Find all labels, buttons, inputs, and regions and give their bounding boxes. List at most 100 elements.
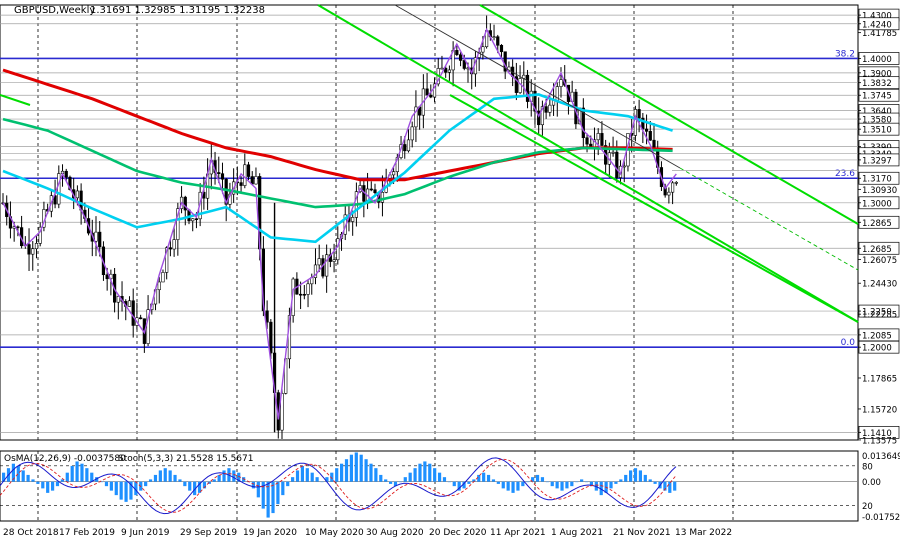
candle-body [403, 144, 407, 152]
osma-bar [437, 472, 442, 482]
candle-body [455, 50, 459, 55]
osma-bar [526, 481, 530, 483]
osma-bar [55, 481, 60, 487]
candle-body [496, 36, 500, 46]
candle-body [544, 106, 548, 113]
osma-bar [423, 461, 427, 482]
osma-bar [555, 481, 559, 489]
osma-bar [560, 481, 564, 491]
osma-bar [364, 459, 368, 482]
candle-body [637, 109, 641, 119]
candle-body [254, 176, 258, 185]
osma-bar [349, 454, 353, 482]
date-axis-label: 28 Oct 2018 [3, 528, 59, 538]
date-axis-label: 13 Mar 2022 [675, 528, 732, 538]
candle-body [499, 44, 504, 53]
candle-body [429, 94, 433, 98]
osma-bar [673, 481, 677, 491]
candle-body [325, 254, 329, 277]
candle-body [243, 164, 247, 186]
price-axis-label: 1.2865 [862, 219, 892, 229]
candle-body [127, 300, 132, 307]
candle-body [168, 247, 173, 250]
osma-bar [570, 481, 574, 487]
osma-bar [433, 468, 437, 482]
osma-axis-label: 0.00 [862, 478, 881, 488]
osma-bar [114, 481, 118, 496]
stoch-level-label: 80 [862, 462, 873, 472]
osma-bar [550, 481, 554, 487]
osma-bar [80, 463, 84, 482]
price-axis-label: 1.2685 [862, 245, 892, 255]
date-axis-label: 20 Dec 2020 [429, 528, 487, 538]
price-axis-label: 1.13575 [862, 436, 897, 446]
candle-body [670, 182, 675, 193]
osma-bar [305, 468, 309, 482]
osma-bar [516, 481, 520, 491]
osma-bar [144, 481, 148, 487]
osma-bar [565, 481, 569, 489]
osma-bar [163, 468, 167, 482]
candle-body [596, 133, 600, 141]
osma-bar [535, 474, 540, 482]
osma-bar [109, 481, 113, 491]
date-axis-label: 11 Apr 2021 [490, 528, 546, 538]
osma-bar [26, 474, 30, 482]
price-axis-label: 1.3170 [862, 175, 892, 185]
candle-body [548, 104, 552, 113]
price-axis-label: 1.22285 [862, 311, 897, 321]
osma-bar [291, 477, 295, 482]
candle-body [27, 244, 31, 255]
osma-bar [168, 470, 172, 482]
osma-bar [286, 481, 290, 487]
price-axis-label: 1.3000 [862, 199, 892, 209]
osma-bar [65, 472, 69, 482]
candle-body [31, 248, 35, 255]
candle-body [391, 171, 396, 176]
osma-bar [295, 470, 300, 482]
osma-bar [36, 481, 40, 484]
osma-bar [16, 465, 20, 482]
main-price-pane: 38.223.60.0 [0, 4, 859, 441]
candle-body [239, 182, 243, 186]
chart-svg: 38.223.60.0 1.43001.42401.417851.40001.3… [0, 4, 900, 538]
candle-body [458, 54, 463, 61]
osma-bar [251, 481, 256, 489]
osma-bar [379, 474, 383, 482]
osma-bar [276, 481, 280, 505]
candle-body [440, 67, 444, 70]
osma-bar [212, 479, 216, 482]
candle-body [410, 126, 414, 141]
stoch-level-label: 20 [862, 502, 873, 512]
osma-bar [629, 470, 633, 482]
candle-body [481, 46, 485, 53]
osma-bar [442, 477, 447, 482]
osma-bar [173, 474, 177, 482]
candle-body [172, 239, 176, 250]
osma-bar [511, 481, 515, 493]
candle-body [191, 218, 195, 222]
osma-axis-label: 0.013649 [862, 452, 900, 462]
osma-bar [486, 474, 491, 482]
osma-bar [124, 481, 128, 502]
price-axis-label: 1.15720 [862, 405, 897, 415]
osma-bar [50, 481, 55, 491]
candle-body [336, 238, 340, 261]
osma-bar [482, 472, 486, 482]
candle-body [16, 226, 20, 229]
candle-body [615, 151, 619, 178]
candle-body [332, 259, 336, 262]
osma-bar [408, 472, 412, 482]
osma-bar [222, 470, 226, 482]
candle-body [94, 231, 98, 242]
candle-body [622, 165, 626, 168]
candle-body [447, 69, 452, 73]
osma-bar [232, 470, 236, 482]
candle-body [518, 78, 522, 93]
osma-bar [653, 481, 657, 484]
osma-bar [614, 481, 618, 484]
osma-bar [310, 472, 314, 482]
osma-bar [300, 465, 305, 482]
osma-bar [540, 477, 545, 482]
osma-bar [467, 481, 471, 484]
